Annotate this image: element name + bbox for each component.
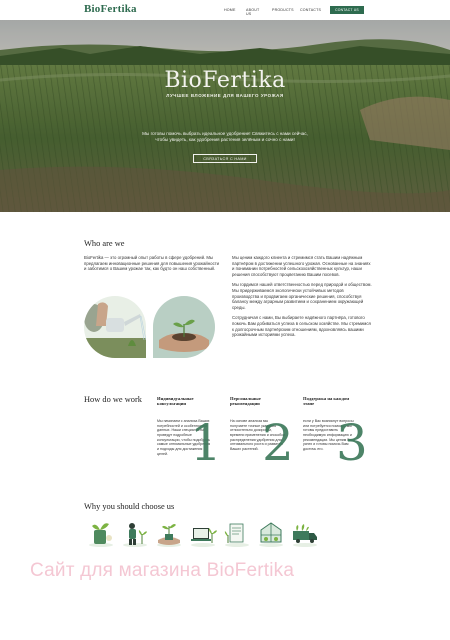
truck-plants-icon	[290, 518, 320, 548]
hero-logo: BioFertika	[164, 68, 286, 93]
who-paragraph: Мы ценим каждого клиента и стремимся ста…	[232, 255, 371, 277]
sprout-hands-photo	[153, 296, 215, 358]
step-title: Персональные рекомендации	[230, 396, 261, 407]
who-details: Мы ценим каждого клиента и стремимся ста…	[232, 255, 372, 343]
hero-description: Мы готовы помочь выбрать идеальное удобр…	[142, 131, 308, 143]
plant-hands-icon	[154, 518, 184, 548]
hero-tagline: ЛУЧШЕЕ ВЛОЖЕНИЕ ДЛЯ ВАШЕГО УРОЖАЯ	[166, 93, 284, 98]
how-we-work-heading: How do we work	[84, 395, 142, 404]
contact-hero-button[interactable]: СВЯЗАТЬСЯ С НАМИ	[193, 154, 257, 163]
who-are-we-heading: Who are we	[84, 239, 125, 248]
who-paragraph: Мы гордимся нашей ответственностью перед…	[232, 282, 372, 310]
nav-contacts[interactable]: CONTACTS	[300, 8, 321, 12]
laptop-plant-icon	[188, 518, 218, 548]
watermark-text: Сайт для магазина BioFertika	[30, 560, 295, 581]
nav-products[interactable]: PRODUCTS	[272, 8, 294, 12]
greenhouse-icon	[256, 518, 286, 548]
step-number: 2	[262, 414, 294, 472]
why-choose-us-heading: Why you should choose us	[84, 502, 175, 511]
who-intro-text: BioFertika — это огромный опыт работы в …	[84, 255, 220, 272]
step-title: Индивидуальные консультации	[157, 396, 194, 407]
step-title: Поддержка на каждом этапе	[303, 396, 350, 407]
nav-about[interactable]: ABOUT US	[246, 8, 259, 16]
site-header: BioFertika HOME ABOUT US PRODUCTS CONTAC…	[0, 0, 450, 20]
step-number: 3	[336, 414, 368, 472]
hero-section: BioFertika ЛУЧШЕЕ ВЛОЖЕНИЕ ДЛЯ ВАШЕГО УР…	[0, 20, 450, 212]
hero-background-image	[0, 20, 450, 212]
step-number: 1	[190, 414, 222, 472]
nav-home[interactable]: HOME	[224, 8, 236, 12]
who-paragraph: Сотрудничая с нами, Вы выбираете надёжно…	[232, 315, 371, 338]
document-plant-icon	[222, 518, 252, 548]
watering-can-photo	[84, 296, 146, 358]
site-logo[interactable]: BioFertika	[84, 3, 137, 15]
seedling-bag-icon	[86, 518, 116, 548]
farmer-plant-icon	[120, 518, 150, 548]
contact-us-button[interactable]: CONTACT US	[330, 6, 364, 14]
